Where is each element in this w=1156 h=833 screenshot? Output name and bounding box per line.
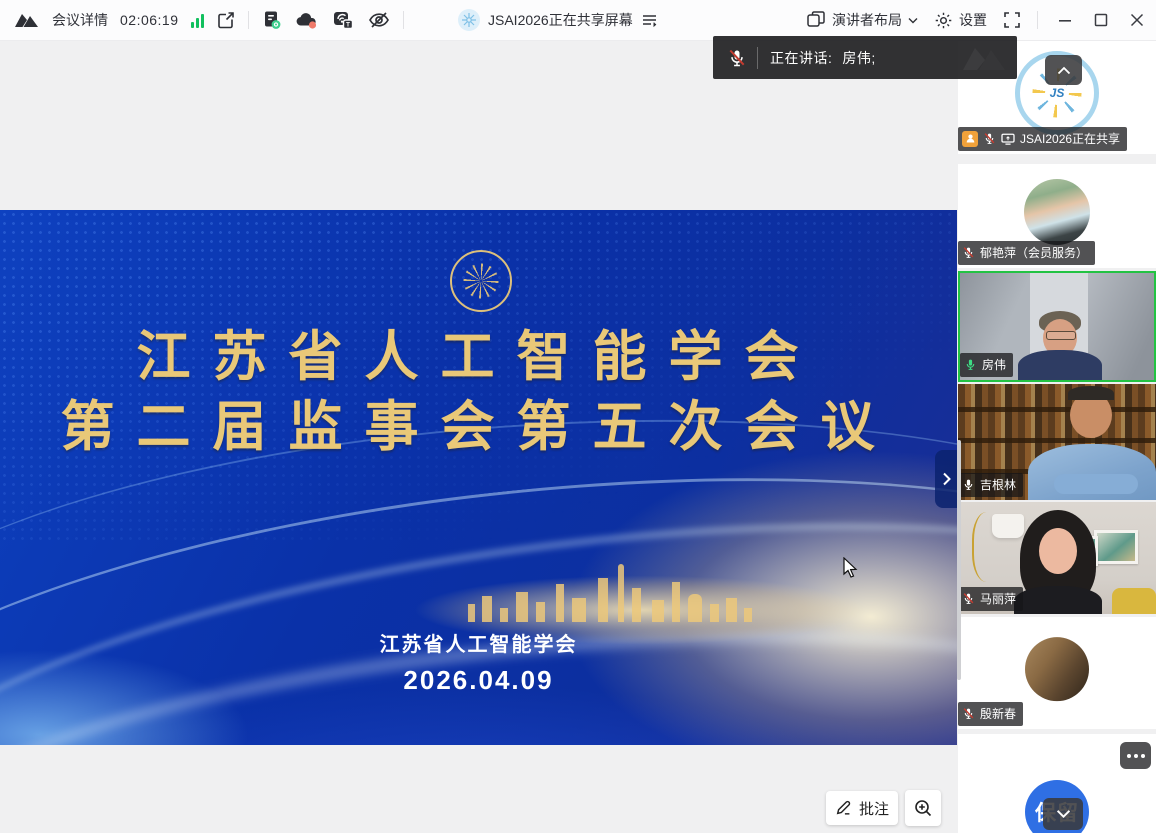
app-logo-icon	[14, 11, 40, 29]
chevron-up-icon	[1057, 66, 1071, 75]
member-badge-icon	[962, 131, 978, 147]
participant-name: 房伟	[982, 356, 1006, 373]
participant-name: 殷新春	[980, 705, 1016, 722]
watermark-logo-icon	[959, 40, 1011, 79]
speaking-name: 房伟;	[842, 48, 875, 68]
pop-out-icon[interactable]	[216, 10, 236, 30]
layout-selector[interactable]: 演讲者布局	[806, 10, 918, 30]
society-emblem-icon	[450, 250, 512, 312]
meeting-details-button[interactable]: 会议详情	[52, 10, 108, 30]
participant-tile-yuyanping[interactable]: 郁艳萍（会员服务）	[958, 164, 1156, 268]
live-caption-icon[interactable]: T	[331, 9, 355, 31]
recording-file-status-icon[interactable]	[261, 9, 283, 31]
sharing-banner: JSAI2026正在共享屏幕	[488, 10, 633, 30]
speaking-prefix: 正在讲话:	[770, 48, 832, 68]
divider	[1037, 11, 1038, 29]
settings-label: 设置	[959, 10, 987, 30]
slide-footer-date: 2026.04.09	[0, 665, 957, 696]
slide-title-line2: 第二届监事会第五次会议	[0, 392, 957, 462]
mic-muted-icon	[962, 707, 975, 720]
chevron-down-icon	[908, 17, 918, 24]
maximize-button[interactable]	[1094, 13, 1108, 27]
cloud-status-icon[interactable]	[295, 9, 319, 31]
participant-tile-jigenlin[interactable]: 吉根林	[958, 384, 1156, 500]
hide-view-icon[interactable]	[367, 9, 391, 31]
mic-muted-icon	[962, 246, 975, 259]
divider	[403, 11, 404, 29]
mic-muted-icon	[962, 592, 975, 605]
zoom-in-button[interactable]	[905, 790, 941, 826]
share-options-icon[interactable]	[641, 12, 659, 28]
presentation-slide: 江苏省人工智能学会 第二届监事会第五次会议	[0, 210, 957, 745]
screen-share-icon	[1001, 133, 1015, 145]
meeting-window: 会议详情 02:06:19 T JSA	[0, 0, 1156, 833]
slide-footer: 江苏省人工智能学会 2026.04.09	[0, 628, 957, 696]
participant-tile-yinxinchun[interactable]: 殷新春	[958, 617, 1156, 729]
slide-title-line1: 江苏省人工智能学会	[0, 322, 957, 392]
settings-button[interactable]: 设置	[934, 10, 987, 30]
participant-label: 房伟	[960, 353, 1013, 377]
sidebar-collapse-chevron[interactable]	[935, 450, 957, 508]
chevron-down-icon	[1056, 809, 1071, 819]
divider	[757, 47, 758, 69]
scroll-down-button[interactable]	[1043, 798, 1083, 830]
fullscreen-icon[interactable]	[1003, 11, 1021, 29]
participant-more-button[interactable]	[1120, 742, 1151, 769]
network-signal-icon[interactable]	[191, 13, 204, 28]
participant-label: 殷新春	[958, 702, 1023, 726]
slide-footer-org: 江苏省人工智能学会	[0, 628, 957, 657]
participant-tile-maliping[interactable]: 马丽萍	[958, 502, 1156, 614]
magnifier-plus-icon	[913, 798, 933, 818]
participant-name: JSAI2026正在共享	[1020, 130, 1120, 147]
participant-label: 郁艳萍（会员服务）	[958, 241, 1095, 265]
sidebar-scrollbar[interactable]	[957, 440, 961, 680]
layout-label: 演讲者布局	[832, 10, 902, 30]
gear-icon	[934, 11, 953, 30]
slide-title: 江苏省人工智能学会 第二届监事会第五次会议	[0, 322, 957, 462]
participant-label: JSAI2026正在共享	[958, 127, 1127, 151]
annotate-button[interactable]: 批注	[826, 791, 898, 825]
mic-muted-icon	[983, 132, 996, 145]
mic-active-icon	[964, 358, 977, 371]
participant-label: 吉根林	[958, 473, 1023, 497]
mic-on-icon	[962, 478, 975, 491]
pen-icon	[835, 799, 853, 817]
meeting-timer: 02:06:19	[120, 12, 179, 28]
participant-name: 马丽萍	[980, 590, 1016, 607]
participant-name: 吉根林	[980, 476, 1016, 493]
participant-tile-fangwei[interactable]: 房伟	[958, 271, 1156, 382]
participant-avatar	[1024, 179, 1090, 245]
close-button[interactable]	[1130, 13, 1144, 27]
svg-text:T: T	[346, 22, 350, 29]
sharer-avatar	[458, 9, 480, 31]
speaking-toast: 正在讲话: 房伟;	[713, 36, 1017, 79]
minimize-button[interactable]	[1058, 13, 1072, 27]
participant-avatar	[1025, 637, 1089, 701]
title-bar: 会议详情 02:06:19 T JSA	[0, 0, 1156, 41]
annotate-label: 批注	[859, 798, 889, 819]
participant-label: 马丽萍	[958, 587, 1023, 611]
shared-screen-area: 江苏省人工智能学会 第二届监事会第五次会议	[0, 40, 957, 833]
collapse-strip-button[interactable]	[1045, 55, 1082, 85]
participant-name: 郁艳萍（会员服务）	[980, 244, 1088, 261]
divider	[248, 11, 249, 29]
participants-strip: JS JSAI2026正在共享 郁艳萍（会员服务）	[957, 40, 1156, 833]
mic-muted-icon	[727, 48, 747, 68]
ellipsis-icon	[1127, 754, 1145, 758]
